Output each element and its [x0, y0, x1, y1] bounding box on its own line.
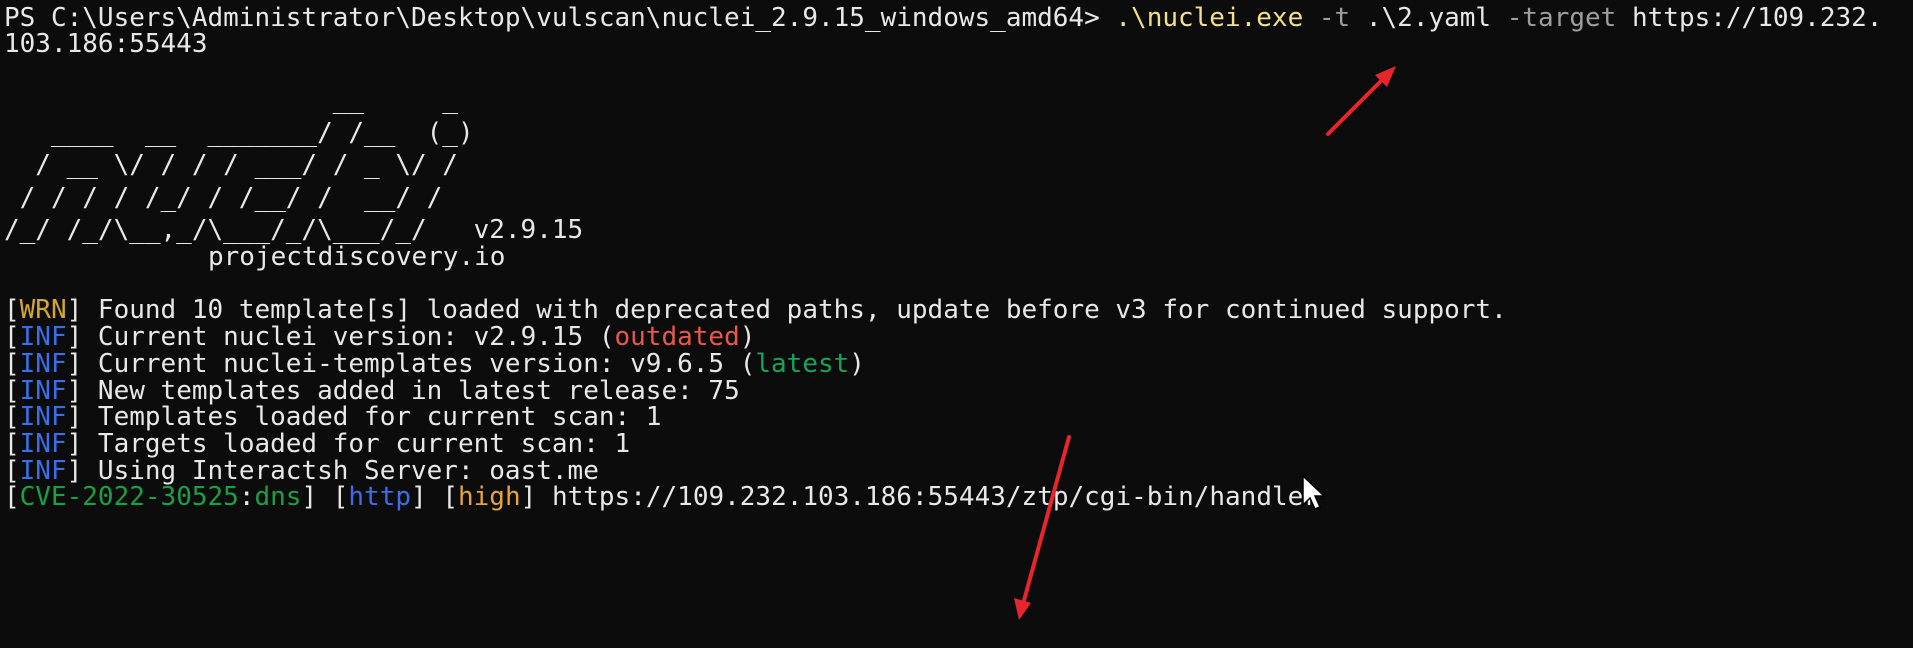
target-url-part1: https://109.232.: [1631, 3, 1883, 33]
result-matcher: dns: [254, 482, 302, 512]
banner-line: / / / / /_/ / /__/ / __/ /: [4, 182, 443, 213]
template-argument: .\2.yaml: [1365, 3, 1492, 33]
banner-line: ____ __ _______/ /__ (_): [4, 117, 474, 148]
scan-result-line: [CVE-2022-30525:dns] [http] [high] https…: [4, 482, 1319, 512]
result-template-id: CVE-2022-30525: [19, 482, 239, 512]
nuclei-ascii-banner: __ _ ____ __ _______/ /__ (_) / __ \/ / …: [4, 84, 583, 247]
result-protocol: http: [348, 482, 412, 512]
log-text-tail: ): [849, 349, 865, 379]
flag-target: -target: [1506, 3, 1617, 33]
result-url: https://109.232.103.186:55443/ztp/cgi-bi…: [551, 482, 1319, 512]
annotation-arrow-template: [1326, 66, 1396, 136]
status-latest: latest: [755, 349, 850, 379]
target-url-part2: 103.186:55443: [4, 29, 208, 59]
banner-site: projectdiscovery.io: [208, 242, 506, 272]
command-line: PS C:\Users\Administrator\Desktop\vulsca…: [4, 2, 1882, 34]
flag-template: -t: [1318, 3, 1351, 33]
banner-line: / __ \/ / / / ___/ / _ \/ /: [4, 150, 458, 180]
command-line-wrap: 103.186:55443: [4, 28, 208, 60]
banner-line: __ _: [4, 85, 458, 115]
annotation-arrow-result: [1014, 435, 1071, 620]
result-severity: high: [458, 482, 521, 512]
command-exe: .\nuclei.exe: [1115, 3, 1304, 33]
